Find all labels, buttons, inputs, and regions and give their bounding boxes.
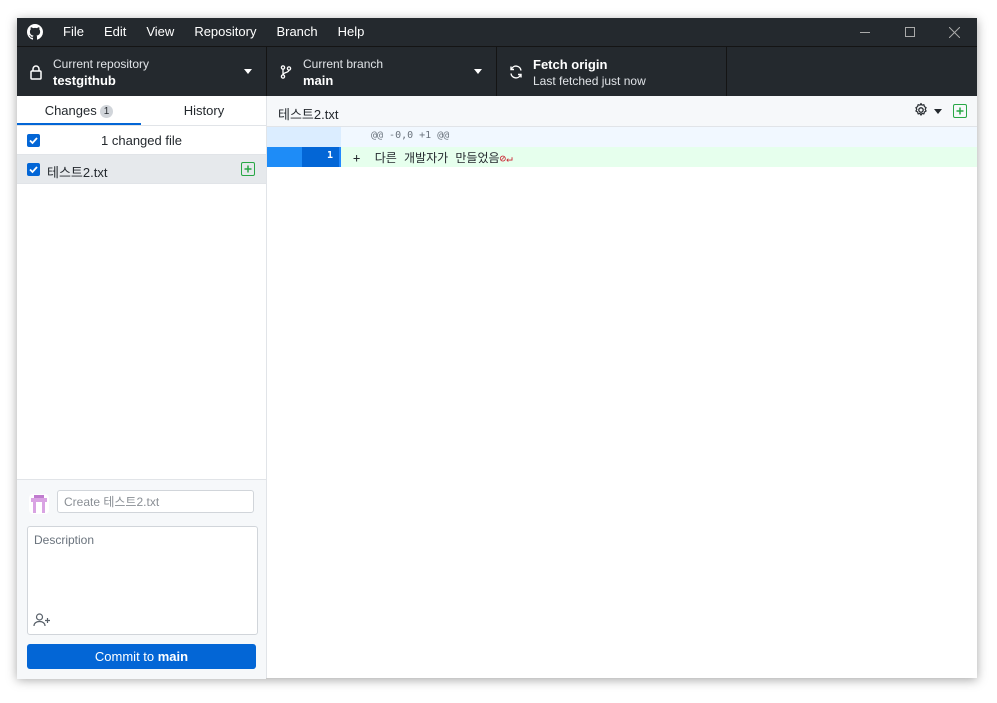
commit-button-branch: main (157, 649, 189, 664)
file-checkbox[interactable] (27, 163, 40, 176)
diff-hunk-header: @@ -0,0 +1 @@ (267, 127, 977, 147)
diff-line-content: + 다른 개발자가 만들었음⊘↵ (353, 149, 513, 166)
hunk-gutter[interactable] (267, 127, 341, 147)
menu-view[interactable]: View (136, 18, 184, 46)
close-icon (948, 26, 960, 38)
menu-bar: File Edit View Repository Branch Help (53, 18, 374, 46)
minimize-button[interactable] (842, 18, 888, 46)
line-selected-indicator (339, 147, 341, 167)
menu-repository[interactable]: Repository (184, 18, 266, 46)
commit-panel: Commit to main (17, 479, 266, 679)
current-repository-button[interactable]: Current repository testgithub (17, 47, 267, 97)
tab-history-label: History (183, 103, 225, 118)
commit-description-box (27, 526, 258, 635)
chevron-down-icon (244, 69, 252, 74)
sidebar: Changes 1 History 1 changed file 테스트2.txt (17, 96, 267, 679)
diff-line-text: 다른 개발자가 만들었음 (374, 151, 500, 165)
current-branch-label: Current branch (303, 57, 384, 71)
sync-icon (510, 65, 522, 79)
current-repository-label: Current repository (53, 57, 150, 71)
commit-summary-input[interactable] (57, 490, 254, 513)
changes-count-badge: 1 (99, 105, 114, 118)
commit-button[interactable]: Commit to main (27, 644, 256, 669)
git-branch-icon (280, 65, 292, 79)
menu-file[interactable]: File (53, 18, 94, 46)
new-line-gutter[interactable]: 1 (302, 147, 339, 167)
gear-icon[interactable] (913, 102, 929, 118)
add-coauthor-icon[interactable] (33, 612, 51, 628)
current-branch-value: main (303, 73, 334, 88)
chevron-down-icon[interactable] (934, 109, 942, 114)
close-button[interactable] (931, 18, 977, 46)
app-window: File Edit View Repository Branch Help Cu… (17, 18, 977, 679)
last-fetched-text: Last fetched just now (533, 74, 646, 88)
old-line-gutter[interactable] (267, 147, 302, 167)
changed-files-header: 1 changed file (17, 126, 266, 155)
file-added-icon (241, 162, 255, 176)
current-branch-button[interactable]: Current branch main (267, 47, 497, 97)
diff-file-path: 테스트2.txt (278, 107, 339, 122)
lock-icon (30, 65, 42, 80)
file-added-icon (953, 104, 967, 118)
hunk-header-text: @@ -0,0 +1 @@ (371, 130, 450, 141)
new-line-number: 1 (326, 150, 333, 161)
menu-branch[interactable]: Branch (266, 18, 327, 46)
chevron-down-icon (474, 69, 482, 74)
tab-history[interactable]: History (142, 96, 266, 125)
checkmark-icon (29, 166, 38, 174)
minimize-icon (860, 32, 870, 33)
maximize-icon (905, 27, 915, 37)
no-newline-icon: ⊘↵ (499, 152, 513, 165)
list-item[interactable]: 테스트2.txt (17, 155, 266, 184)
commit-description-input[interactable] (28, 527, 255, 607)
diff-line-marker: + (353, 151, 361, 165)
title-bar: File Edit View Repository Branch Help (17, 18, 977, 46)
maximize-button[interactable] (887, 18, 933, 46)
current-repository-value: testgithub (53, 73, 116, 88)
menu-help[interactable]: Help (328, 18, 375, 46)
tab-changes[interactable]: Changes 1 (17, 96, 141, 125)
github-logo-icon (27, 24, 43, 40)
toolbar: Current repository testgithub Current br… (17, 46, 977, 97)
fetch-origin-label: Fetch origin (533, 57, 608, 72)
diff-header: 테스트2.txt (267, 96, 977, 127)
fetch-origin-button[interactable]: Fetch origin Last fetched just now (497, 47, 727, 97)
diff-added-line: 1 + 다른 개발자가 만들었음⊘↵ (267, 147, 977, 167)
commit-button-prefix: Commit to (94, 649, 158, 664)
diff-panel: 테스트2.txt @@ -0,0 +1 @@ 1 + 다른 개발자가 만들었음⊘… (267, 96, 977, 678)
file-name: 테스트2.txt (47, 165, 108, 180)
changed-files-count: 1 changed file (101, 133, 182, 148)
avatar (29, 494, 49, 514)
sidebar-tabs: Changes 1 History (17, 96, 266, 126)
tab-changes-label: Changes (44, 103, 97, 118)
menu-edit[interactable]: Edit (94, 18, 136, 46)
